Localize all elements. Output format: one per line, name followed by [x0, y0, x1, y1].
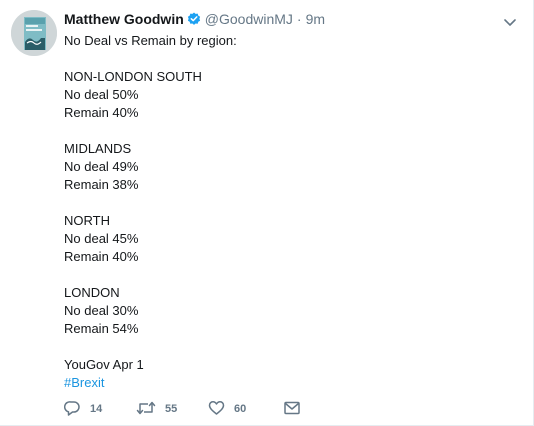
tweet-line: Remain 38% [64, 177, 139, 192]
tweet-line: Remain 40% [64, 249, 139, 264]
hashtag-link[interactable]: #Brexit [64, 375, 104, 390]
tweet-line: Remain 54% [64, 321, 139, 336]
retweet-button[interactable]: 55 [136, 400, 214, 419]
author-handle[interactable]: @GoodwinMJ [205, 11, 293, 27]
tweet-text: No Deal vs Remain by region: NON-LONDON … [64, 32, 514, 392]
tweet-line: No Deal vs Remain by region: [64, 33, 237, 48]
tweet-line: No deal 49% [64, 159, 139, 174]
envelope-icon [284, 401, 300, 418]
like-button[interactable]: 60 [208, 400, 285, 419]
tweet-line: NORTH [64, 213, 110, 228]
tweet-header: Matthew Goodwin @GoodwinMJ · 9m [64, 9, 325, 29]
tweet-line: NON-LONDON SOUTH [64, 69, 202, 84]
chevron-down-icon[interactable] [503, 15, 517, 26]
retweet-count: 55 [165, 403, 178, 415]
reply-count: 14 [90, 403, 103, 415]
tweet-line: YouGov Apr 1 [64, 357, 144, 372]
tweet-actions: 14 55 60 [63, 398, 300, 420]
tweet-line: Remain 40% [64, 105, 139, 120]
tweet-line: No deal 45% [64, 231, 139, 246]
tweet-line: No deal 50% [64, 87, 139, 102]
reply-icon [63, 400, 81, 419]
like-count: 60 [234, 403, 247, 415]
header-separator: · [296, 11, 302, 27]
author-name[interactable]: Matthew Goodwin [64, 11, 184, 27]
heart-icon [208, 400, 225, 419]
avatar-image [11, 10, 57, 56]
direct-message-button[interactable] [284, 401, 300, 418]
tweet-line: MIDLANDS [64, 141, 132, 156]
reply-button[interactable]: 14 [63, 400, 130, 419]
tweet-line: LONDON [64, 285, 120, 300]
avatar[interactable] [11, 10, 57, 56]
tweet-line: No deal 30% [64, 303, 139, 318]
retweet-icon [136, 400, 156, 419]
verified-badge-icon [187, 12, 201, 26]
tweet-timestamp[interactable]: 9m [306, 11, 325, 27]
